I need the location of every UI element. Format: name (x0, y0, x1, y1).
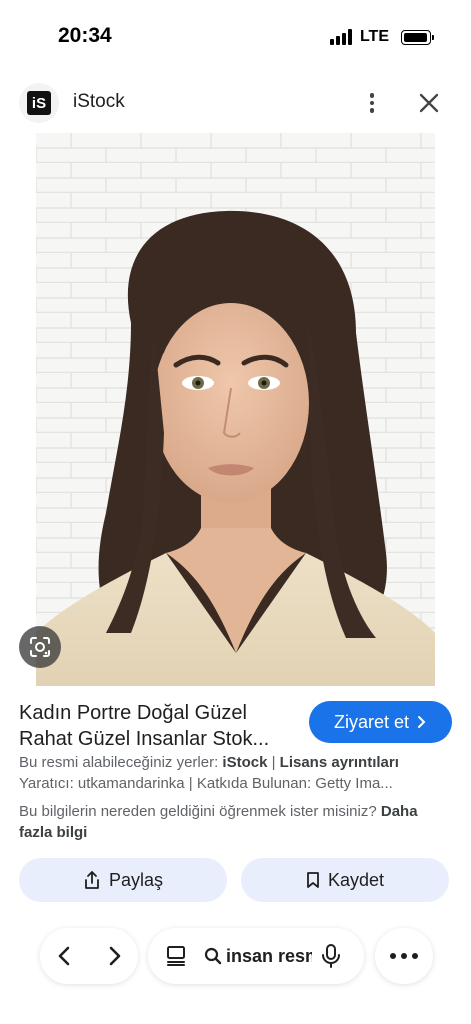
search-pill[interactable]: insan resm (148, 928, 364, 984)
visit-label: Ziyaret et (333, 711, 410, 732)
more-horiz-icon[interactable] (375, 928, 433, 984)
learn-more-link[interactable]: Daha (381, 803, 418, 820)
save-button[interactable]: Kaydet (241, 858, 449, 902)
availability-line: Bu resmi alabileceğiniz yerler: iStock |… (19, 754, 399, 771)
search-query[interactable]: insan resm (226, 946, 312, 967)
result-header: iS iStock (0, 78, 471, 128)
license-link[interactable]: Lisans ayrıntıları (280, 754, 399, 771)
bookmark-icon (307, 872, 319, 888)
more-vert-icon[interactable] (357, 88, 387, 118)
info-question: Bu bilgilerin nereden geldiğini öğrenmek… (19, 803, 418, 841)
status-time: 20:34 (58, 24, 112, 47)
istock-logo-icon: iS (27, 91, 51, 115)
title-line-1: Kadın Portre Doğal Güzel (19, 702, 247, 724)
nav-pill (40, 928, 138, 984)
network-label: LTE (359, 28, 389, 45)
chevron-right-icon[interactable] (102, 944, 126, 968)
search-icon (204, 947, 222, 965)
google-lens-icon[interactable] (19, 626, 61, 668)
share-label: Paylaş (108, 869, 164, 890)
title-line-2: Rahat Güzel Insanlar Stok... (19, 728, 270, 750)
site-name[interactable]: iStock (73, 91, 125, 113)
mic-icon[interactable] (320, 943, 342, 969)
learn-more-link-2[interactable]: fazla bilgi (19, 824, 87, 841)
chevron-left-icon[interactable] (53, 944, 77, 968)
credits-line: Yaratıcı: utkamandarinka | Katkıda Bulun… (19, 775, 393, 792)
portrait-photo (36, 133, 435, 686)
signal-icon (329, 29, 352, 45)
share-icon (85, 871, 99, 889)
chevron-right-icon (418, 716, 426, 728)
tabs-icon[interactable] (164, 944, 188, 968)
result-title[interactable]: Kadın Portre Doğal Güzel Rahat Güzel Ins… (19, 700, 294, 752)
site-logo[interactable]: iS (19, 83, 59, 123)
share-button[interactable]: Paylaş (19, 858, 227, 902)
visit-button[interactable]: Ziyaret et (309, 701, 452, 743)
battery-icon (401, 29, 434, 45)
close-icon[interactable] (414, 88, 444, 118)
result-image[interactable] (36, 133, 435, 686)
status-bar: 20:34 LTE (0, 0, 471, 72)
source-link[interactable]: iStock (222, 754, 267, 771)
status-indicators: LTE (329, 28, 434, 46)
save-label: Kaydet (327, 869, 385, 890)
